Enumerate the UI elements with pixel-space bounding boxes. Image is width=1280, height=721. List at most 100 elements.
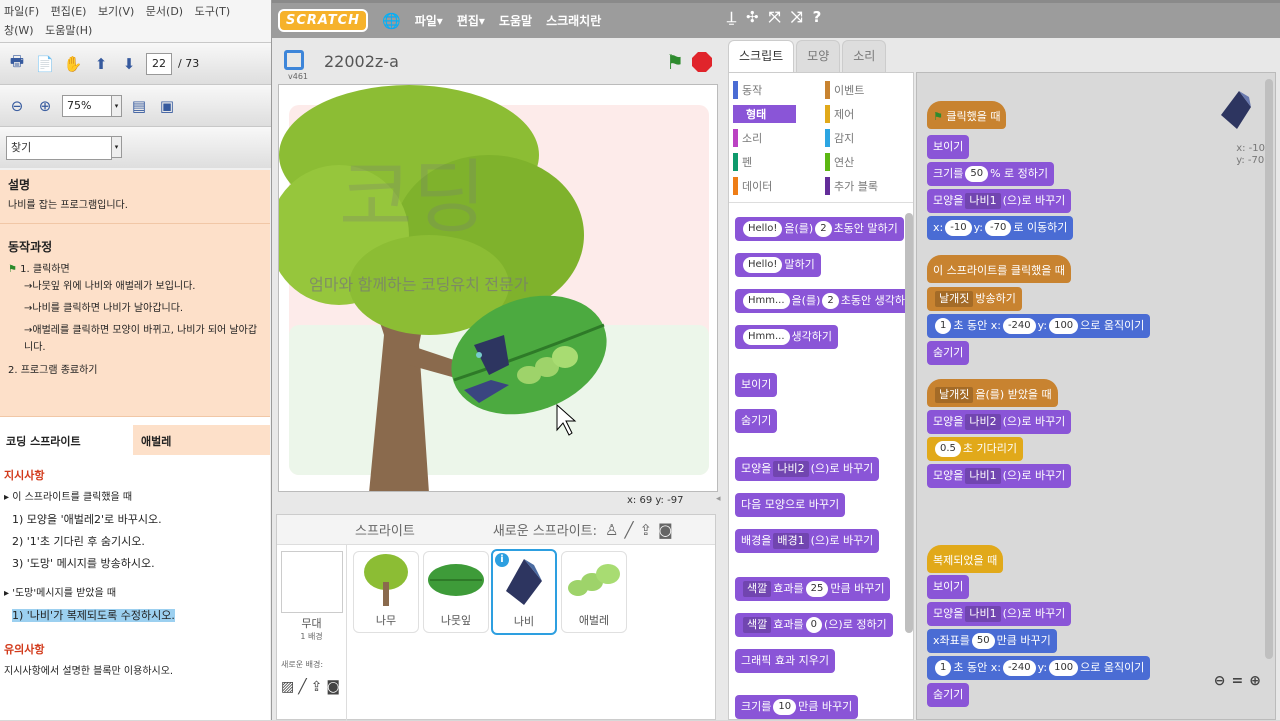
block-say[interactable]: Hello! 말하기 xyxy=(735,253,821,277)
block-change-effect[interactable]: 색깔 효과를 25 만큼 바꾸기 xyxy=(735,577,891,601)
block-switch-costume[interactable]: 모양을 나비1 (으)로 바꾸기 xyxy=(927,464,1072,488)
block-say-for-secs[interactable]: Hello! 을(를) 2 초동안 말하기 xyxy=(735,217,904,241)
scratch-logo[interactable]: SCRATCH xyxy=(278,9,369,32)
sprite-thumb-tree[interactable]: 나무 xyxy=(353,551,419,633)
sprite-thumb-leaf[interactable]: 나뭇잎 xyxy=(423,551,489,633)
sprite-library-icon[interactable]: ♙ xyxy=(605,521,618,539)
menu-file[interactable]: 파일(F) xyxy=(4,5,39,18)
menu-help[interactable]: 도움말(H) xyxy=(45,24,92,37)
paint-sprite-icon[interactable]: ╱ xyxy=(624,521,633,539)
block-set-effect[interactable]: 색깔 효과를 0 (으)로 정하기 xyxy=(735,613,893,637)
category-sensing[interactable]: 감지 xyxy=(825,129,854,147)
block-switch-costume[interactable]: 모양을 나비1 (으)로 바꾸기 xyxy=(927,602,1072,626)
document-settings-icon[interactable]: 📄 xyxy=(34,53,56,75)
menu-tools[interactable]: 도구(T) xyxy=(195,5,231,18)
page-number-input[interactable]: 22 xyxy=(146,52,172,75)
menu-document[interactable]: 문서(D) xyxy=(146,5,183,18)
grow-icon[interactable]: ⤧ xyxy=(769,8,781,26)
help-icon[interactable]: ? xyxy=(813,8,822,26)
palette-scrollbar[interactable] xyxy=(905,213,913,633)
stage[interactable]: 엄마와 함께하는 코딩유치 전문가 코딩 xyxy=(278,84,718,492)
hand-tool-icon[interactable]: ✋ xyxy=(62,53,84,75)
block-show[interactable]: 보이기 xyxy=(927,135,970,159)
stamp-icon[interactable]: ⍊ xyxy=(727,8,736,26)
hat-when-flag-clicked[interactable]: ⚑ 클릭했을 때 xyxy=(927,101,1007,129)
green-flag-icon[interactable]: ⚑ xyxy=(666,50,684,74)
block-clear-effects[interactable]: 그래픽 효과 지우기 xyxy=(735,649,835,673)
menu-edit[interactable]: 편집(E) xyxy=(51,5,87,18)
block-next-costume[interactable]: 다음 모양으로 바꾸기 xyxy=(735,493,846,517)
stage-collapse-handle[interactable]: ◂ xyxy=(716,494,721,504)
block-change-size[interactable]: 크기를 10 만큼 바꾸기 xyxy=(735,695,859,719)
camera-backdrop-icon[interactable]: ◙ xyxy=(326,679,340,695)
fit-width-icon[interactable]: ▤ xyxy=(128,95,150,117)
category-events[interactable]: 이벤트 xyxy=(825,81,864,99)
block-go-to-xy[interactable]: x: -10 y: -70 로 이동하기 xyxy=(927,216,1074,240)
zoom-dropdown-icon[interactable]: ▾ xyxy=(112,94,122,117)
block-hide[interactable]: 숨기기 xyxy=(735,409,778,433)
scripts-area[interactable]: x: -10 y: -70 ⚑ 클릭했을 때 보이기 크기를 50% 로 정하기 … xyxy=(916,72,1276,720)
stop-icon[interactable] xyxy=(692,52,712,72)
hat-when-cloned[interactable]: 복제되었을 때 xyxy=(927,545,1004,573)
block-change-x[interactable]: x좌표를 50 만큼 바꾸기 xyxy=(927,629,1057,653)
block-switch-costume[interactable]: 모양을 나비1 (으)로 바꾸기 xyxy=(927,189,1072,213)
stage-thumbnail[interactable] xyxy=(281,551,343,613)
block-broadcast[interactable]: 날개짓 방송하기 xyxy=(927,287,1022,311)
category-motion[interactable]: 동작 xyxy=(733,81,762,99)
menu-window[interactable]: 창(W) xyxy=(4,24,34,37)
zoom-in-icon[interactable]: ⊕ xyxy=(1249,673,1261,689)
block-show[interactable]: 보이기 xyxy=(927,575,970,599)
block-glide[interactable]: 1초 동안 x: -240 y: 100 으로 움직이기 xyxy=(927,314,1151,338)
fullscreen-icon[interactable] xyxy=(284,50,304,70)
hat-when-sprite-clicked[interactable]: 이 스프라이트를 클릭했을 때 xyxy=(927,255,1071,283)
upload-sprite-icon[interactable]: ⇪ xyxy=(640,521,653,539)
globe-icon[interactable]: 🌐 xyxy=(382,12,401,30)
block-show[interactable]: 보이기 xyxy=(735,373,778,397)
block-switch-backdrop[interactable]: 배경을 배경1 (으)로 바꾸기 xyxy=(735,529,880,553)
block-set-size[interactable]: 크기를 50% 로 정하기 xyxy=(927,162,1055,186)
hat-when-receive[interactable]: 날개짓 을(를) 받았을 때 xyxy=(927,379,1058,407)
tab-costumes[interactable]: 모양 xyxy=(796,40,841,72)
menu-help[interactable]: 도움말 xyxy=(499,12,532,29)
find-dropdown-icon[interactable]: ▾ xyxy=(112,135,122,158)
page-down-icon[interactable]: ⬇ xyxy=(118,53,140,75)
category-sound[interactable]: 소리 xyxy=(733,129,762,147)
shrink-icon[interactable]: ⤨ xyxy=(791,8,803,26)
paint-backdrop-icon[interactable]: ╱ xyxy=(298,679,306,695)
sprite-thumb-butterfly[interactable]: i 나비 xyxy=(491,549,557,635)
category-looks[interactable]: 형태 xyxy=(733,105,797,123)
page-up-icon[interactable]: ⬆ xyxy=(90,53,112,75)
zoom-in-icon[interactable]: ⊕ xyxy=(34,95,56,117)
block-hide[interactable]: 숨기기 xyxy=(927,341,970,365)
category-control[interactable]: 제어 xyxy=(825,105,854,123)
info-icon[interactable]: i xyxy=(495,553,509,567)
block-switch-costume[interactable]: 모양을 나비2 (으)로 바꾸기 xyxy=(927,410,1072,434)
block-think-for-secs[interactable]: Hmm... 을(를) 2 초동안 생각하기 xyxy=(735,289,913,313)
category-operators[interactable]: 연산 xyxy=(825,153,854,171)
menu-view[interactable]: 보기(V) xyxy=(98,5,134,18)
upload-backdrop-icon[interactable]: ⇪ xyxy=(311,679,323,695)
block-hide[interactable]: 숨기기 xyxy=(927,683,970,707)
scripts-scrollbar[interactable] xyxy=(1265,79,1273,659)
zoom-reset-icon[interactable]: = xyxy=(1232,673,1244,689)
find-input[interactable]: 찾기 xyxy=(6,135,112,160)
block-think[interactable]: Hmm... 생각하기 xyxy=(735,325,839,349)
tab-scripts[interactable]: 스크립트 xyxy=(728,40,795,72)
tab-sounds[interactable]: 소리 xyxy=(842,40,887,72)
backdrop-library-icon[interactable]: ▨ xyxy=(281,679,294,695)
block-wait[interactable]: 0.5 초 기다리기 xyxy=(927,437,1024,461)
category-data[interactable]: 데이터 xyxy=(733,177,772,195)
menu-file[interactable]: 파일▾ xyxy=(415,12,443,29)
project-title[interactable]: 22002z-a xyxy=(324,52,399,71)
print-icon[interactable]: 🖶 xyxy=(6,52,28,75)
block-switch-costume[interactable]: 모양을 나비2 (으)로 바꾸기 xyxy=(735,457,880,481)
zoom-out-icon[interactable]: ⊖ xyxy=(6,95,28,117)
sprite-thumb-caterpillar[interactable]: 애벌레 xyxy=(561,551,627,633)
zoom-level-input[interactable]: 75% xyxy=(62,94,112,117)
menu-edit[interactable]: 편집▾ xyxy=(457,12,485,29)
block-glide[interactable]: 1초 동안 x: -240 y: 100 으로 움직이기 xyxy=(927,656,1151,680)
fit-page-icon[interactable]: ▣ xyxy=(156,95,178,117)
category-more-blocks[interactable]: 추가 블록 xyxy=(825,177,878,195)
zoom-out-icon[interactable]: ⊖ xyxy=(1214,673,1226,689)
menu-about[interactable]: 스크래치란 xyxy=(546,12,601,29)
